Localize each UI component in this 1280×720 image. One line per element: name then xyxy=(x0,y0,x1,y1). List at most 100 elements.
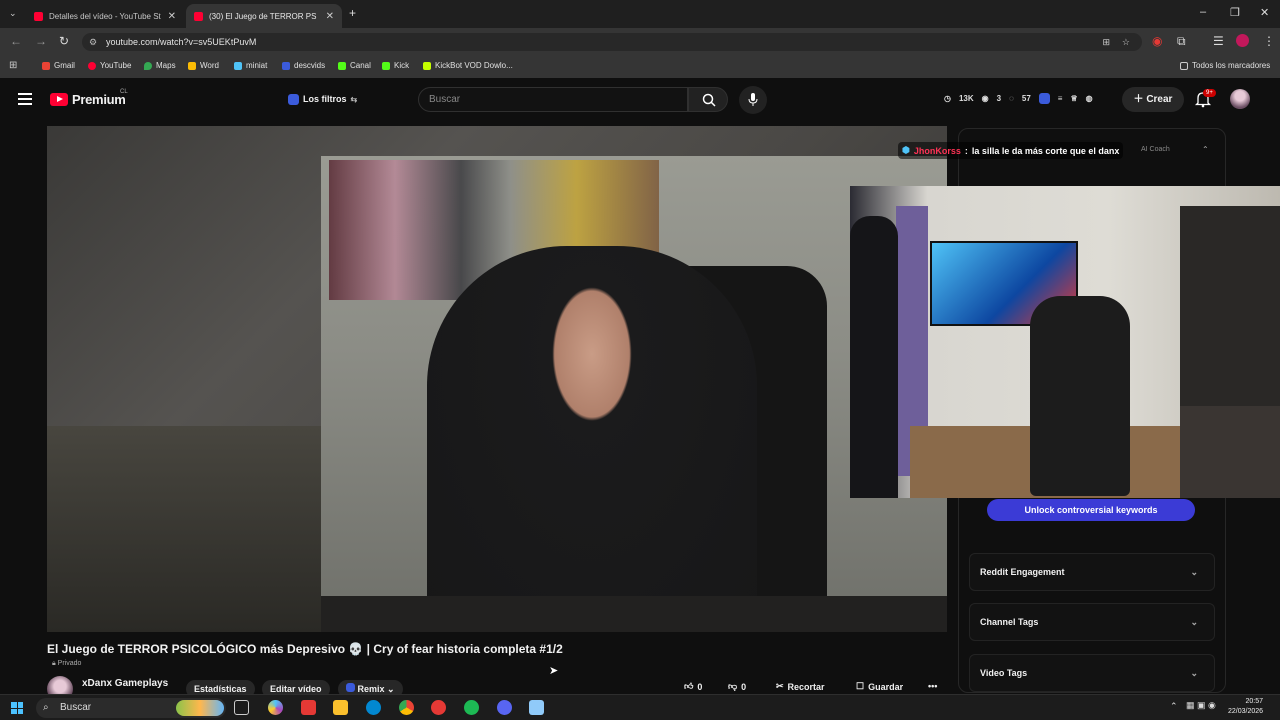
store-icon[interactable] xyxy=(301,700,316,715)
minimize-icon[interactable]: – xyxy=(1200,6,1206,18)
tray-apps-icon[interactable]: ▦ ▣ ◉ xyxy=(1186,700,1216,711)
chat-icon[interactable]: ◍ xyxy=(1086,94,1093,103)
hamburger-menu-icon[interactable] xyxy=(18,93,32,105)
unlock-keywords-button[interactable]: Unlock controversial keywords xyxy=(987,499,1195,521)
bookmark-label: Gmail xyxy=(54,61,75,70)
browser-tab-strip: ⌄ Detalles del vídeo - YouTube St ✕ (30)… xyxy=(0,0,1280,28)
forward-icon[interactable]: → xyxy=(35,34,47,48)
windows-start-icon[interactable] xyxy=(11,702,23,714)
channel-name[interactable]: xDanx Gameplays xyxy=(82,678,168,689)
privacy-label: Privado xyxy=(57,660,82,667)
windows-taskbar: ⌕ Buscar ⌃ ▦ ▣ ◉ 20:57 22/03/2026 xyxy=(0,694,1280,720)
region-code: CL xyxy=(120,89,128,95)
chrome-menu-icon[interactable]: ⋮ xyxy=(1263,34,1275,48)
create-button[interactable]: ＋ Crear xyxy=(1122,87,1184,112)
vidiq-icon[interactable] xyxy=(1038,93,1050,104)
save-button[interactable]: ☐ Guardar xyxy=(856,681,903,692)
ai-coach-label[interactable]: AI Coach xyxy=(1141,146,1170,153)
media-icon[interactable]: ☰ xyxy=(1213,34,1224,48)
install-app-icon[interactable]: ⊞ xyxy=(1102,33,1110,51)
descvids-icon xyxy=(282,61,290,70)
save-label: Guardar xyxy=(868,681,904,692)
close-tab-icon[interactable]: ✕ xyxy=(326,11,334,22)
restore-icon[interactable]: ❐ xyxy=(1230,6,1240,19)
stat-watching: 3 xyxy=(996,94,1002,103)
video-player[interactable] xyxy=(47,126,947,632)
miniat-icon xyxy=(234,61,242,70)
bookmark-star-icon[interactable]: ☆ xyxy=(1122,33,1130,51)
notepad-icon[interactable] xyxy=(529,700,544,715)
chrome-icon[interactable] xyxy=(399,700,414,715)
file-explorer-icon[interactable] xyxy=(333,700,348,715)
system-clock[interactable]: 20:57 22/03/2026 xyxy=(1228,697,1263,717)
accordion-reddit-engagement[interactable]: Reddit Engagement ⌄ xyxy=(969,553,1215,591)
search-icon: ⌕ xyxy=(43,702,49,713)
discord-icon[interactable] xyxy=(497,700,512,715)
bookmark-maps[interactable]: Maps xyxy=(144,61,176,70)
accordion-channel-tags[interactable]: Channel Tags ⌄ xyxy=(969,603,1215,641)
tab-title: Detalles del vídeo - YouTube St xyxy=(49,11,161,21)
chat-username: JhonKorss xyxy=(913,145,961,156)
extensions-icon[interactable]: ⧉ xyxy=(1177,34,1186,49)
search-button[interactable] xyxy=(688,87,728,112)
save-playlist-icon: ☐ xyxy=(856,681,865,691)
reload-icon[interactable]: ↻ xyxy=(59,34,69,48)
bookmark-gmail[interactable]: Gmail xyxy=(42,61,75,70)
bookmark-label: Maps xyxy=(156,61,176,70)
site-info-icon[interactable]: ⚙ xyxy=(89,33,97,51)
clip-label: Recortar xyxy=(787,681,825,692)
taskbar-search[interactable]: ⌕ Buscar xyxy=(36,698,226,718)
close-window-icon[interactable]: ✕ xyxy=(1260,6,1269,19)
task-view-icon[interactable] xyxy=(234,700,249,715)
bookmark-youtube[interactable]: YouTube xyxy=(88,61,131,70)
collapse-chevron-icon[interactable]: ⌃ xyxy=(1202,145,1209,154)
copilot-icon[interactable] xyxy=(268,700,283,715)
url-text: youtube.com/watch?v=sv5UEKtPuvM xyxy=(106,37,257,47)
bookmark-miniat[interactable]: miniat xyxy=(234,61,267,70)
tab-current-video[interactable]: (30) El Juego de TERROR PS ✕ xyxy=(186,4,342,28)
profile-avatar[interactable] xyxy=(1236,34,1249,47)
tab-video-details[interactable]: Detalles del vídeo - YouTube St ✕ xyxy=(26,4,184,28)
chat-separator: : xyxy=(964,145,968,156)
bookmark-descvids[interactable]: descvids xyxy=(282,61,325,70)
search-input[interactable]: Buscar xyxy=(418,87,688,112)
edge-icon[interactable] xyxy=(366,700,381,715)
filters-button[interactable]: Los filtros ⇆ xyxy=(282,89,363,109)
channel-stats: ◷ 13K ◉ 3 ◌ 57 ≡ ♕ ◍ xyxy=(944,93,1093,104)
extension-icon xyxy=(288,93,299,105)
bookmark-all[interactable]: Todos los marcadores xyxy=(1180,61,1270,70)
sliders-icon: ⇆ xyxy=(350,94,358,104)
clock-time: 20:57 xyxy=(1245,698,1264,705)
tray-chevron-icon[interactable]: ⌃ xyxy=(1170,701,1178,712)
bookmark-canal[interactable]: Canal xyxy=(338,61,371,70)
kick-icon xyxy=(382,61,390,70)
more-actions-button[interactable]: ••• xyxy=(928,681,937,691)
bookmark-label: YouTube xyxy=(100,61,132,70)
bookmark-label: descvids xyxy=(294,61,326,70)
bookmark-word[interactable]: Word xyxy=(188,61,219,70)
bookmark-kick[interactable]: Kick xyxy=(382,61,409,70)
dislike-count: 0 xyxy=(741,681,747,692)
tab-search-icon[interactable]: ⌄ xyxy=(9,8,17,19)
apps-grid-icon[interactable]: ⊞ xyxy=(9,60,17,71)
dislike-button[interactable]: 👎︎ 0 xyxy=(728,681,746,692)
close-tab-icon[interactable]: ✕ xyxy=(168,11,176,22)
address-bar[interactable]: ⚙ youtube.com/watch?v=sv5UEKtPuvM ⊞ ☆ xyxy=(82,33,1142,51)
bookmark-kickbot[interactable]: KickBot VOD Dowlo... xyxy=(423,61,513,70)
trophy-icon[interactable]: ♕ xyxy=(1070,94,1077,103)
back-icon[interactable]: ← xyxy=(10,34,22,48)
new-tab-icon[interactable]: + xyxy=(349,6,356,20)
list-icon[interactable]: ≡ xyxy=(1058,94,1063,103)
clock-icon: ◷ xyxy=(944,94,951,103)
clip-button[interactable]: ✂ Recortar xyxy=(776,681,825,692)
recorder-icon[interactable] xyxy=(431,700,446,715)
spotify-icon[interactable] xyxy=(464,700,479,715)
youtube-premium-logo[interactable]: Premium CL xyxy=(50,89,128,107)
like-button[interactable]: 👍︎ 0 xyxy=(684,681,702,692)
bookmark-label: KickBot VOD Dowlo... xyxy=(435,61,513,70)
voice-search-button[interactable] xyxy=(739,86,767,114)
bookmark-label: Kick xyxy=(394,61,410,70)
account-avatar[interactable] xyxy=(1230,89,1250,109)
accordion-video-tags[interactable]: Video Tags ⌄ xyxy=(969,654,1215,692)
record-icon[interactable]: ◉ xyxy=(1152,34,1162,48)
